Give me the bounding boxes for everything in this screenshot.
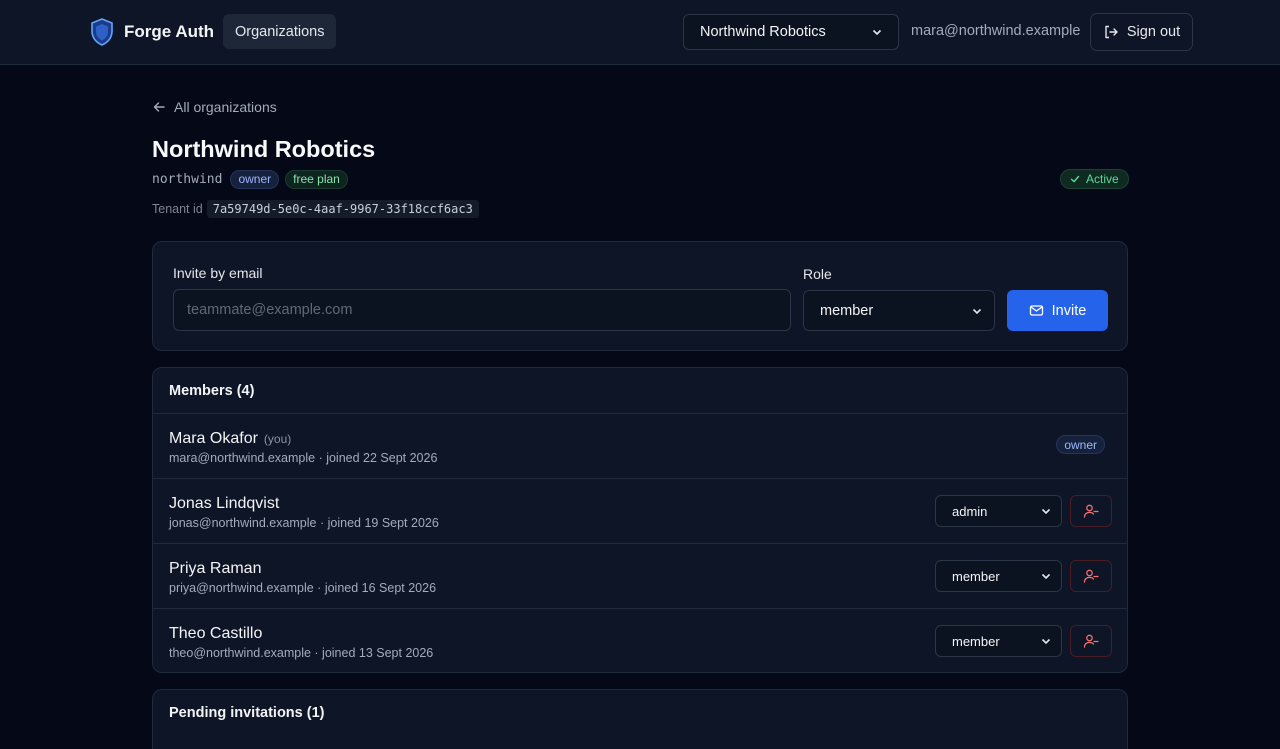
invite-role-select[interactable]: member xyxy=(803,290,995,331)
shield-icon xyxy=(91,18,113,46)
org-switcher-select[interactable]: Northwind Robotics xyxy=(683,14,899,50)
invite-card: Invite by email Role member Invite xyxy=(152,241,1128,351)
members-header: Members (4) xyxy=(153,368,1127,414)
chevron-down-icon xyxy=(1041,573,1051,580)
member-email: jonas@northwind.example xyxy=(169,516,317,530)
org-switcher-value: Northwind Robotics xyxy=(700,24,826,40)
user-minus-icon xyxy=(1083,504,1099,518)
org-meta: northwind owner free plan xyxy=(152,169,354,189)
invite-email-label: Invite by email xyxy=(173,265,263,281)
chevron-down-icon xyxy=(972,308,982,314)
member-details: mara@northwind.example · joined 22 Sept … xyxy=(169,451,437,465)
check-icon xyxy=(1070,175,1080,183)
pending-invitations-header: Pending invitations (1) xyxy=(169,705,325,721)
separator: · xyxy=(313,581,325,595)
member-joined: joined 19 Sept 2026 xyxy=(327,516,439,530)
member-name: Mara Okafor (you) xyxy=(169,430,291,448)
status-label: Active xyxy=(1086,172,1119,186)
user-email: mara@northwind.example xyxy=(911,23,1081,39)
chevron-down-icon xyxy=(872,29,882,36)
user-minus-icon xyxy=(1083,634,1099,648)
tenant-id[interactable]: 7a59749d-5e0c-4aaf-9967-33f18ccf6ac3 xyxy=(206,200,479,218)
member-joined: joined 16 Sept 2026 xyxy=(324,581,437,595)
remove-member-button[interactable] xyxy=(1070,495,1112,527)
member-role-value: member xyxy=(952,568,1000,584)
invite-role-value: member xyxy=(820,302,874,319)
role-badge: owner xyxy=(230,169,280,189)
brand[interactable]: Forge Auth xyxy=(90,17,214,47)
separator: · xyxy=(315,451,327,465)
plan-badge: free plan xyxy=(285,169,348,189)
log-out-icon xyxy=(1105,25,1118,39)
separator: · xyxy=(310,646,323,660)
invite-button[interactable]: Invite xyxy=(1007,290,1108,331)
member-joined: joined 13 Sept 2026 xyxy=(322,646,434,660)
members-card: Members (4) Mara Okafor (you) mara@northw… xyxy=(152,367,1128,673)
member-row: Priya Raman priya@northwind.example · jo… xyxy=(153,544,1127,609)
separator: · xyxy=(316,516,328,530)
arrow-left-icon xyxy=(153,102,165,112)
chevron-down-icon xyxy=(1041,638,1051,645)
member-details: theo@northwind.example · joined 13 Sept … xyxy=(169,646,433,660)
member-role-select[interactable]: member xyxy=(935,625,1062,657)
mail-icon xyxy=(1029,305,1043,316)
tenant-info: Tenant id 7a59749d-5e0c-4aaf-9967-33f18c… xyxy=(152,200,479,218)
member-row: Theo Castillo theo@northwind.example · j… xyxy=(153,609,1127,674)
member-joined: joined 22 Sept 2026 xyxy=(326,451,438,465)
sign-out-button[interactable]: Sign out xyxy=(1090,13,1193,51)
member-email: mara@northwind.example xyxy=(169,451,316,465)
member-role-select[interactable]: admin xyxy=(935,495,1062,527)
user-minus-icon xyxy=(1083,569,1099,583)
org-slug: northwind xyxy=(152,171,223,187)
page-title: Northwind Robotics xyxy=(152,136,376,162)
member-row: Jonas Lindqvist jonas@northwind.example … xyxy=(153,479,1127,544)
invite-button-label: Invite xyxy=(1051,302,1087,319)
member-role-select[interactable]: member xyxy=(935,560,1062,592)
nav-organizations[interactable]: Organizations xyxy=(223,14,337,49)
status-badge: Active xyxy=(1060,169,1129,189)
pending-invitations-card: Pending invitations (1) xyxy=(152,689,1128,749)
sign-out-label: Sign out xyxy=(1126,24,1181,40)
member-name: Theo Castillo xyxy=(169,625,263,642)
member-role-value: member xyxy=(952,633,1000,649)
top-bar: Forge Auth Organizations Northwind Robot… xyxy=(0,0,1280,65)
invite-role-label: Role xyxy=(803,266,832,282)
member-email: priya@northwind.example xyxy=(169,581,314,595)
member-row: Mara Okafor (you) mara@northwind.example … xyxy=(153,414,1127,479)
remove-member-button[interactable] xyxy=(1070,625,1112,657)
back-to-organizations-link[interactable]: All organizations xyxy=(152,98,277,116)
app-name: Forge Auth xyxy=(124,22,215,41)
member-email: theo@northwind.example xyxy=(169,646,311,660)
back-link-label: All organizations xyxy=(174,99,277,115)
member-role-badge: owner xyxy=(1056,435,1105,454)
member-name-text: Mara Okafor xyxy=(169,430,258,447)
member-name: Priya Raman xyxy=(169,560,262,577)
member-details: priya@northwind.example · joined 16 Sept… xyxy=(169,581,436,595)
member-role-value: admin xyxy=(952,503,988,519)
member-name: Jonas Lindqvist xyxy=(169,495,280,512)
remove-member-button[interactable] xyxy=(1070,560,1112,592)
chevron-down-icon xyxy=(1041,508,1051,515)
you-tag: (you) xyxy=(263,432,292,446)
tenant-label: Tenant id xyxy=(152,202,203,216)
invite-email-input[interactable] xyxy=(173,289,791,331)
member-details: jonas@northwind.example · joined 19 Sept… xyxy=(169,516,439,530)
